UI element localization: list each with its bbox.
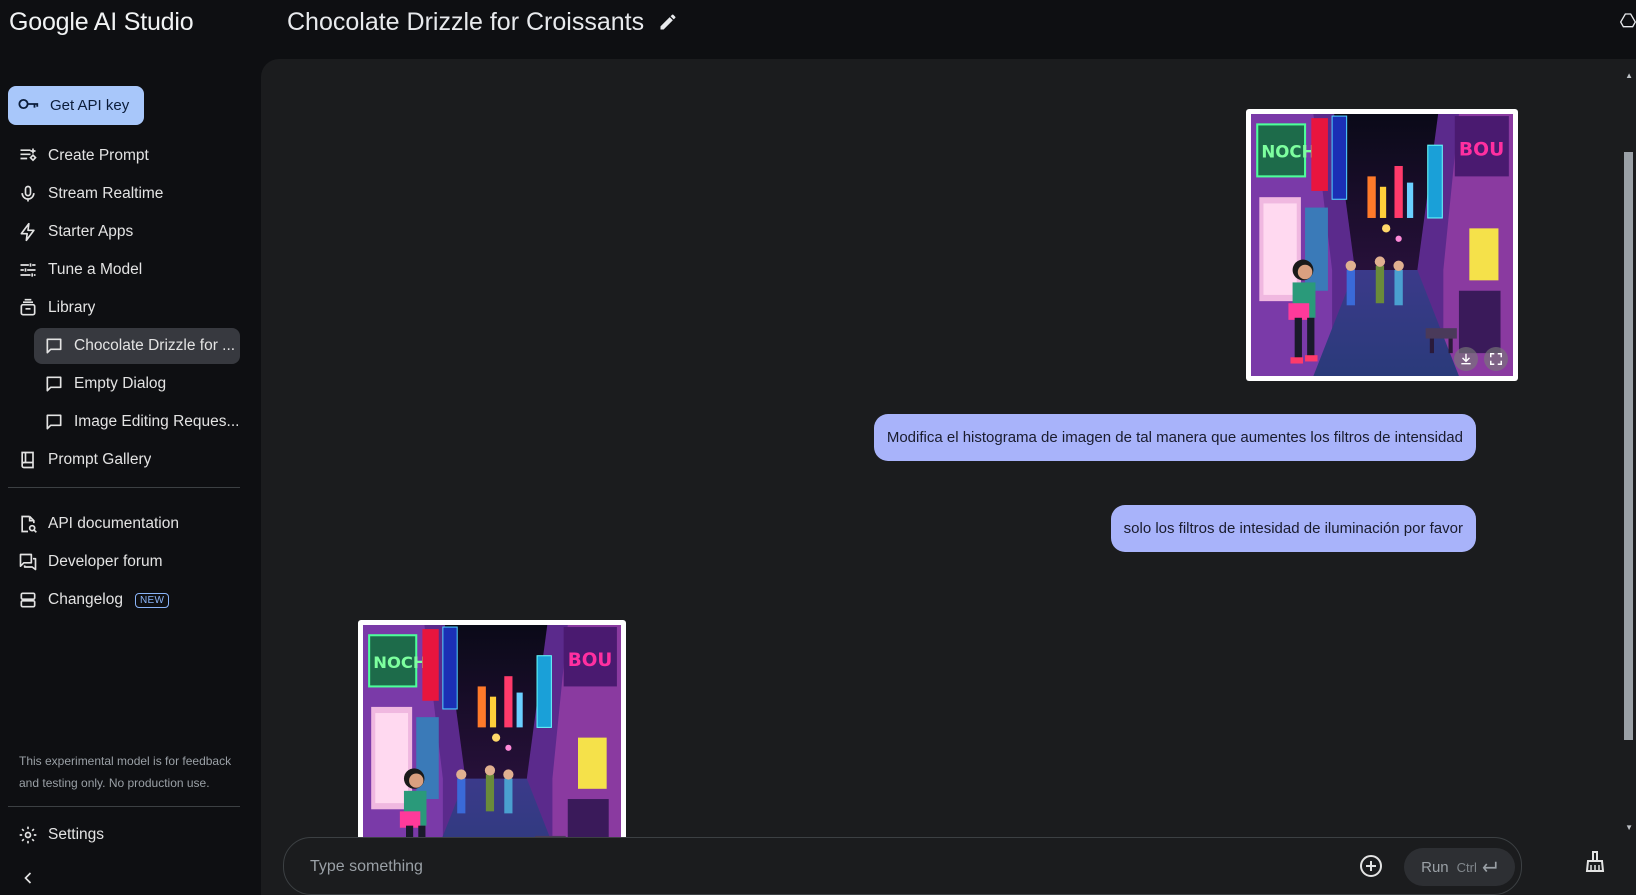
gear-icon <box>18 825 38 845</box>
sidebar-link-developer-forum[interactable]: Developer forum <box>8 544 240 580</box>
sidebar-item-create-prompt[interactable]: Create Prompt <box>8 138 240 174</box>
library-icon <box>18 298 38 318</box>
sidebar-link-label: Developer forum <box>48 553 163 570</box>
forum-icon <box>18 552 38 572</box>
chat-scrollbar[interactable]: ▲ ▼ <box>1622 59 1636 839</box>
microphone-icon <box>18 184 38 204</box>
prompt-composer: Run Ctrl <box>283 837 1522 895</box>
page-title: Chocolate Drizzle for Croissants <box>287 8 645 36</box>
user-image-message[interactable] <box>1246 109 1518 381</box>
sidebar-item-label: Create Prompt <box>48 147 149 164</box>
drive-icon[interactable] <box>1619 12 1636 32</box>
sidebar-item-label: Starter Apps <box>48 223 134 240</box>
run-button[interactable]: Run Ctrl <box>1404 848 1515 886</box>
download-icon[interactable] <box>1454 347 1478 371</box>
library-item-label: Empty Dialog <box>74 375 167 392</box>
run-shortcut: Ctrl <box>1457 860 1498 875</box>
chat-panel: ▲ ▼ Modifica el histograma de imagen de … <box>261 59 1636 895</box>
user-message-bubble: solo los filtros de intesidad de ilumina… <box>1110 505 1476 552</box>
edit-icon[interactable] <box>658 12 680 34</box>
settings-label: Settings <box>48 826 105 843</box>
add-media-icon[interactable] <box>1359 854 1385 880</box>
library-item-empty-dialog[interactable]: Empty Dialog <box>34 366 240 402</box>
run-label: Run <box>1421 858 1449 876</box>
clear-chat-icon[interactable] <box>1583 850 1609 876</box>
shortcut-label: Ctrl <box>1456 859 1477 875</box>
library-item-label: Chocolate Drizzle for ... <box>74 337 236 354</box>
get-api-key-label: Get API key <box>50 97 130 114</box>
sidebar-item-label: Tune a Model <box>48 261 143 278</box>
sidebar-link-changelog[interactable]: Changelog NEW <box>8 582 240 618</box>
get-api-key-button[interactable]: Get API key <box>8 86 144 125</box>
experimental-disclaimer: This experimental model is for feedback … <box>19 754 232 790</box>
neon-street-image <box>1251 114 1513 376</box>
settings-button[interactable]: Settings <box>8 817 240 853</box>
sidebar-item-label: Stream Realtime <box>48 185 164 202</box>
title-bar: Chocolate Drizzle for Croissants <box>287 8 680 37</box>
sidebar-divider <box>8 487 240 488</box>
sidebar-link-label: API documentation <box>48 515 179 532</box>
sidebar-item-tune-model[interactable]: Tune a Model <box>8 252 240 288</box>
book-icon <box>18 450 38 470</box>
neon-street-image <box>363 625 621 850</box>
new-badge: NEW <box>134 592 170 608</box>
fullscreen-icon[interactable] <box>1484 347 1508 371</box>
library-item-label: Image Editing Reques... <box>74 413 240 430</box>
chat-icon <box>44 374 64 394</box>
scroll-up-icon[interactable]: ▲ <box>1625 71 1633 80</box>
tune-icon <box>18 260 38 280</box>
sidebar-item-library[interactable]: Library <box>8 290 240 326</box>
user-message-bubble: Modifica el histograma de imagen de tal … <box>873 414 1476 461</box>
key-icon <box>18 97 40 115</box>
sidebar-item-label: Library <box>48 299 96 316</box>
create-prompt-icon <box>18 146 38 166</box>
scroll-down-icon[interactable]: ▼ <box>1625 823 1633 832</box>
sidebar-item-prompt-gallery[interactable]: Prompt Gallery <box>8 442 240 478</box>
model-image-message[interactable] <box>358 620 626 850</box>
bolt-icon <box>18 222 38 242</box>
sidebar-link-api-docs[interactable]: API documentation <box>8 506 240 542</box>
collapse-sidebar-icon[interactable] <box>18 868 38 888</box>
library-item-image-editing[interactable]: Image Editing Reques... <box>34 404 240 440</box>
image-actions <box>1454 347 1508 371</box>
sidebar-link-label: Changelog <box>48 591 123 608</box>
prompt-input[interactable] <box>310 856 1310 878</box>
enter-key-icon <box>1482 861 1497 873</box>
sidebar-item-starter-apps[interactable]: Starter Apps <box>8 214 240 250</box>
sidebar-item-label: Prompt Gallery <box>48 451 152 468</box>
chat-icon <box>44 336 64 356</box>
library-item-chocolate-drizzle[interactable]: Chocolate Drizzle for ... <box>34 328 240 364</box>
scroll-thumb[interactable] <box>1624 152 1633 740</box>
chat-icon <box>44 412 64 432</box>
api-docs-icon <box>18 514 38 534</box>
sidebar-divider <box>8 806 240 807</box>
sidebar-item-stream-realtime[interactable]: Stream Realtime <box>8 176 240 212</box>
app-brand: Google AI Studio <box>9 8 194 36</box>
changelog-icon <box>18 590 38 610</box>
sidebar: Get API key Create Prompt Stream Realtim… <box>0 60 260 895</box>
